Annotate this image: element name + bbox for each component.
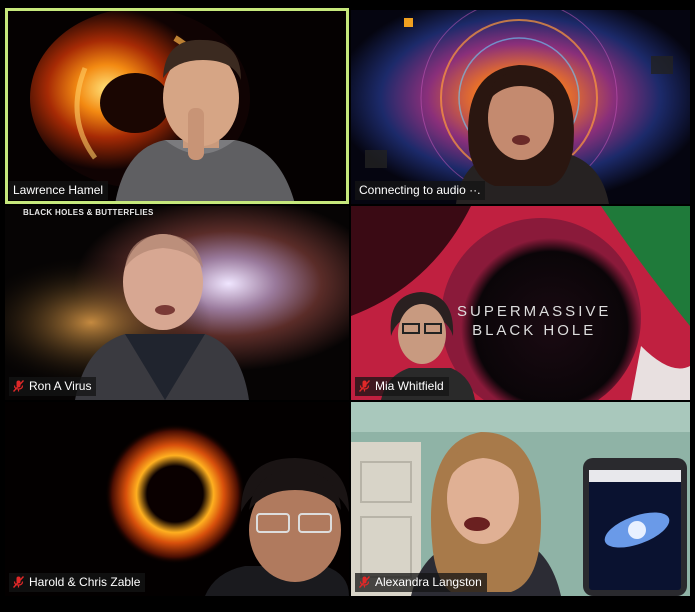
participant-name: Harold & Chris Zable <box>29 575 141 589</box>
video-tile-harold-chris-zable[interactable]: Harold & Chris Zable <box>5 402 349 596</box>
participant-name-tag: Harold & Chris Zable <box>9 573 146 592</box>
participant-name: Connecting to audio ··. <box>359 183 481 197</box>
video-tile-mia-whitfield[interactable]: SUPERMASSIVE BLACK HOLE Mia Whitfield <box>351 206 690 400</box>
video-tile-ron-a-virus[interactable]: BLACK HOLES & BUTTERFLIES Ron A Virus <box>5 206 349 400</box>
video-tile-connecting[interactable]: Connecting to audio ··. <box>351 10 690 204</box>
participant-name-tag: Alexandra Langston <box>355 573 487 592</box>
participant-video <box>205 458 349 596</box>
participant-video <box>456 65 609 204</box>
participant-name-tag: Mia Whitfield <box>355 377 449 396</box>
microphone-muted-icon <box>359 576 370 588</box>
participant-name-tag: Lawrence Hamel <box>9 181 109 200</box>
participant-name: Lawrence Hamel <box>13 183 104 197</box>
video-tile-lawrence-hamel[interactable]: Lawrence Hamel <box>5 8 349 204</box>
participant-name: Mia Whitfield <box>375 379 444 393</box>
participant-name-tag: Ron A Virus <box>9 377 97 396</box>
participant-video <box>411 432 687 596</box>
microphone-muted-icon <box>359 380 370 392</box>
microphone-muted-icon <box>13 380 24 392</box>
video-tile-alexandra-langston[interactable]: Alexandra Langston <box>351 402 690 596</box>
participant-name: Ron A Virus <box>29 379 92 393</box>
participant-video <box>381 292 475 400</box>
participant-video <box>115 39 295 204</box>
participant-name-tag: Connecting to audio ··. <box>355 181 486 200</box>
participant-video <box>75 234 249 400</box>
participant-name: Alexandra Langston <box>375 575 482 589</box>
microphone-muted-icon <box>13 576 24 588</box>
